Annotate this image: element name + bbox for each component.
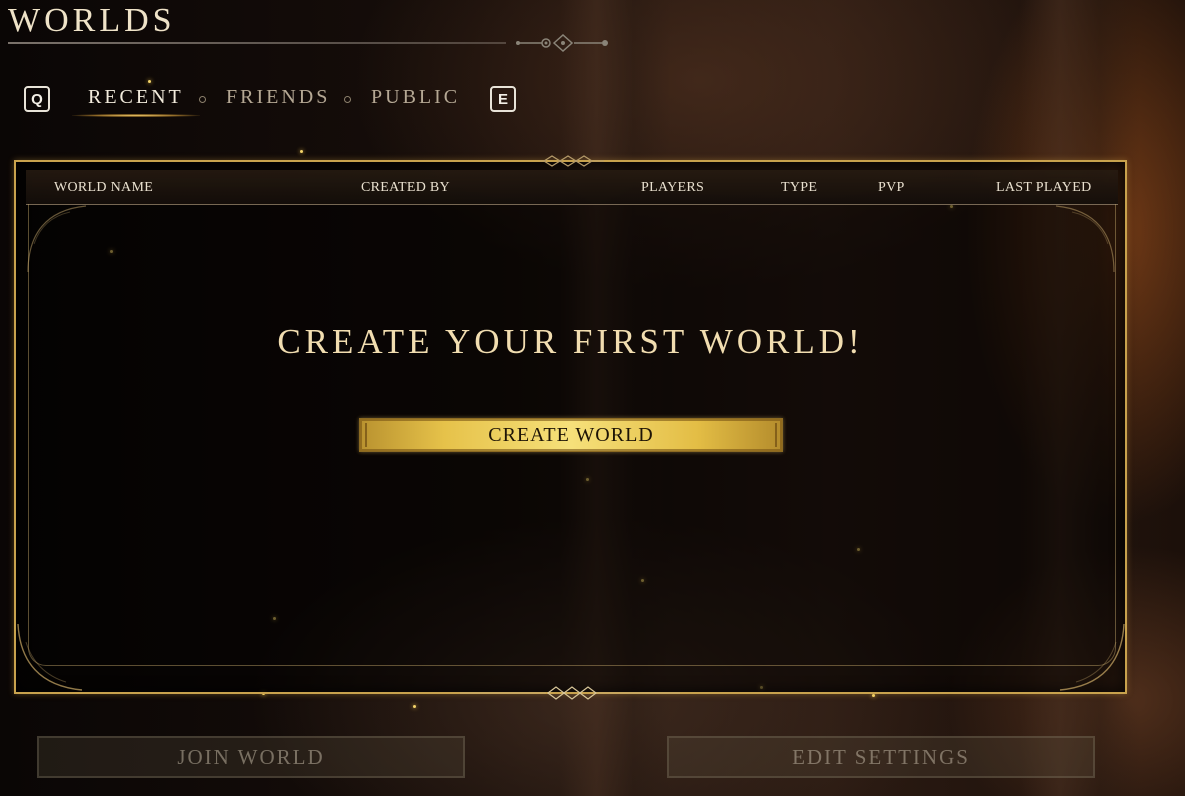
table-header	[26, 170, 1118, 205]
page-title: WORLDS	[8, 2, 176, 39]
tab-separator-dot	[199, 96, 206, 103]
corner-ornament	[1059, 623, 1125, 691]
create-world-button[interactable]: CREATE WORLD	[359, 418, 783, 452]
corner-ornament	[17, 623, 83, 691]
ember-particle	[148, 80, 151, 83]
tab-recent[interactable]: RECENT	[88, 86, 184, 109]
button-edge-decoration	[775, 423, 777, 447]
prev-tab-key[interactable]: Q	[24, 86, 50, 112]
tab-separator-dot	[344, 96, 351, 103]
column-world-name[interactable]: WORLD NAME	[54, 180, 153, 196]
corner-ornament	[27, 205, 87, 273]
panel-bottom-ornament	[460, 686, 680, 700]
edit-settings-button[interactable]: EDIT SETTINGS	[667, 736, 1095, 778]
title-ornament	[516, 34, 608, 52]
next-tab-key[interactable]: E	[490, 86, 516, 112]
empty-state-headline: CREATE YOUR FIRST WORLD!	[277, 322, 864, 361]
worlds-screen: WORLDS Q RECENT FRIENDS PUBLIC E WORLD N…	[0, 0, 1185, 796]
column-players[interactable]: PLAYERS	[641, 180, 704, 196]
join-world-button[interactable]: JOIN WORLD	[37, 736, 465, 778]
active-tab-indicator	[72, 114, 200, 117]
panel-top-ornament	[540, 155, 604, 167]
tab-friends[interactable]: FRIENDS	[226, 86, 330, 109]
button-edge-decoration	[365, 423, 367, 447]
column-last-played[interactable]: LAST PLAYED	[996, 180, 1091, 196]
column-pvp[interactable]: PVP	[878, 180, 905, 196]
ember-particle	[872, 694, 875, 697]
tab-public[interactable]: PUBLIC	[371, 86, 460, 109]
ember-particle	[413, 705, 416, 708]
create-world-label: CREATE WORLD	[488, 423, 654, 446]
corner-ornament	[1055, 205, 1115, 273]
ember-particle	[300, 150, 303, 153]
title-underline	[8, 42, 506, 44]
column-created-by[interactable]: CREATED BY	[361, 180, 450, 196]
column-type[interactable]: TYPE	[781, 180, 817, 196]
